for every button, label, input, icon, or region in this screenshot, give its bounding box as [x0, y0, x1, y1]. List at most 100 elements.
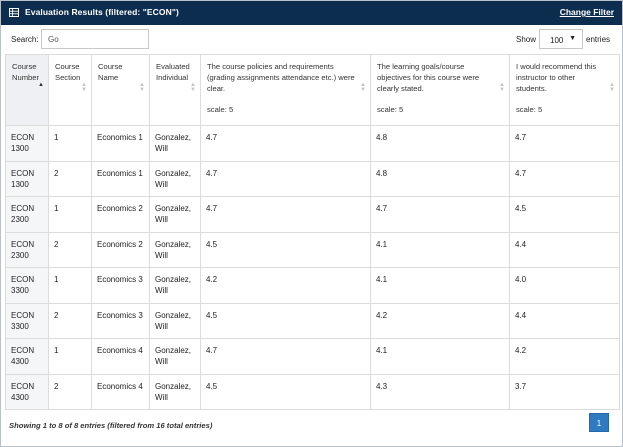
cell-course-section: 2: [48, 160, 92, 197]
cell-evaluated-individual: Gonzalez, Will: [149, 338, 201, 375]
table-row: ECON 1300 2 Economics 1 Gonzalez, Will 4…: [5, 160, 620, 197]
cell-evaluated-individual: Gonzalez, Will: [149, 373, 201, 410]
cell-learning-goals-score: 4.1: [370, 267, 510, 304]
sort-both-icon: ▲ ▼: [190, 82, 196, 93]
sort-both-icon: ▲ ▼: [499, 82, 505, 93]
search-label: Search:: [11, 35, 39, 44]
panel-title: Evaluation Results (filtered: "ECON"): [25, 7, 179, 17]
column-header-label: Course Name: [98, 62, 123, 82]
cell-course-number: ECON 4300: [5, 373, 49, 410]
cell-learning-goals-score: 4.1: [370, 338, 510, 375]
cell-recommend-score: 4.5: [509, 196, 620, 233]
search-input[interactable]: [41, 29, 149, 49]
cell-recommend-score: 4.4: [509, 302, 620, 339]
column-header-evaluated-individual[interactable]: Evaluated Individual ▲ ▼: [149, 54, 201, 126]
sort-ascending-icon: ▲: [38, 82, 44, 88]
table-header: Course Number ▲ Course Section ▲ ▼ Course…: [5, 54, 620, 126]
cell-course-section: 2: [48, 302, 92, 339]
cell-course-policies-score: 4.5: [200, 302, 371, 339]
table-row: ECON 3300 2 Economics 3 Gonzalez, Will 4…: [5, 302, 620, 339]
cell-course-number: ECON 4300: [5, 338, 49, 375]
cell-recommend-score: 4.4: [509, 231, 620, 268]
column-header-course-section[interactable]: Course Section ▲ ▼: [48, 54, 92, 126]
cell-evaluated-individual: Gonzalez, Will: [149, 267, 201, 304]
cell-recommend-score: 4.0: [509, 267, 620, 304]
results-table: Course Number ▲ Course Section ▲ ▼ Course…: [5, 54, 620, 410]
cell-course-section: 2: [48, 231, 92, 268]
cell-course-name: Economics 3: [91, 302, 150, 339]
cell-learning-goals-score: 4.8: [370, 160, 510, 197]
sort-both-icon: ▲ ▼: [139, 82, 145, 93]
cell-learning-goals-score: 4.7: [370, 196, 510, 233]
table-row: ECON 1300 1 Economics 1 Gonzalez, Will 4…: [5, 125, 620, 162]
sort-both-icon: ▲ ▼: [360, 82, 366, 93]
cell-evaluated-individual: Gonzalez, Will: [149, 302, 201, 339]
show-label: Show: [516, 35, 537, 44]
cell-course-number: ECON 2300: [5, 231, 49, 268]
cell-evaluated-individual: Gonzalez, Will: [149, 196, 201, 233]
cell-recommend-score: 3.7: [509, 373, 620, 410]
cell-course-number: ECON 1300: [5, 160, 49, 197]
cell-course-number: ECON 3300: [5, 302, 49, 339]
cell-learning-goals-score: 4.1: [370, 231, 510, 268]
cell-course-number: ECON 1300: [5, 125, 49, 162]
cell-evaluated-individual: Gonzalez, Will: [149, 160, 201, 197]
cell-course-name: Economics 1: [91, 125, 150, 162]
column-header-label: I would recommend this instructor to oth…: [516, 62, 597, 93]
column-header-course-number[interactable]: Course Number ▲: [5, 54, 49, 126]
column-header-course-policies[interactable]: The course policies and requirements (gr…: [200, 54, 371, 126]
cell-course-name: Economics 4: [91, 373, 150, 410]
column-header-recommend-instructor[interactable]: I would recommend this instructor to oth…: [509, 54, 620, 126]
column-header-label: Course Section: [55, 62, 81, 82]
column-header-label: Course Number: [12, 62, 40, 82]
cell-recommend-score: 4.7: [509, 125, 620, 162]
cell-course-name: Economics 2: [91, 196, 150, 233]
cell-course-number: ECON 2300: [5, 196, 49, 233]
cell-course-section: 2: [48, 373, 92, 410]
cell-course-policies-score: 4.7: [200, 196, 371, 233]
panel-titlebar: Evaluation Results (filtered: "ECON") Ch…: [1, 1, 622, 25]
cell-course-section: 1: [48, 267, 92, 304]
cell-course-section: 1: [48, 196, 92, 233]
cell-evaluated-individual: Gonzalez, Will: [149, 125, 201, 162]
entries-per-page-select[interactable]: 100 ▼: [539, 29, 583, 49]
column-header-label: Evaluated Individual: [156, 62, 190, 82]
table-row: ECON 2300 1 Economics 2 Gonzalez, Will 4…: [5, 196, 620, 233]
chevron-down-icon: ▼: [569, 35, 576, 42]
cell-learning-goals-score: 4.8: [370, 125, 510, 162]
table-icon: [9, 8, 19, 17]
change-filter-link[interactable]: Change Filter: [560, 7, 614, 17]
table-row: ECON 2300 2 Economics 2 Gonzalez, Will 4…: [5, 231, 620, 268]
evaluation-results-panel: Evaluation Results (filtered: "ECON") Ch…: [0, 0, 623, 447]
column-header-course-name[interactable]: Course Name ▲ ▼: [91, 54, 150, 126]
sort-both-icon: ▲ ▼: [81, 82, 87, 93]
table-row: ECON 4300 2 Economics 4 Gonzalez, Will 4…: [5, 373, 620, 410]
cell-learning-goals-score: 4.2: [370, 302, 510, 339]
cell-course-policies-score: 4.5: [200, 231, 371, 268]
cell-course-name: Economics 1: [91, 160, 150, 197]
table-row: ECON 4300 1 Economics 4 Gonzalez, Will 4…: [5, 338, 620, 375]
entries-label: entries: [586, 35, 611, 44]
table-body: ECON 1300 1 Economics 1 Gonzalez, Will 4…: [5, 125, 620, 410]
table-info-text: Showing 1 to 8 of 8 entries (filtered fr…: [9, 421, 213, 430]
header-row: Course Number ▲ Course Section ▲ ▼ Course…: [5, 54, 620, 126]
cell-course-name: Economics 4: [91, 338, 150, 375]
sort-both-icon: ▲ ▼: [609, 82, 615, 93]
cell-course-policies-score: 4.7: [200, 160, 371, 197]
cell-course-name: Economics 3: [91, 267, 150, 304]
column-header-label: The learning goals/course objectives for…: [377, 62, 480, 93]
cell-course-number: ECON 3300: [5, 267, 49, 304]
cell-learning-goals-score: 4.3: [370, 373, 510, 410]
cell-evaluated-individual: Gonzalez, Will: [149, 231, 201, 268]
entries-per-page-value: 100: [550, 36, 564, 45]
cell-course-policies-score: 4.7: [200, 338, 371, 375]
column-header-scale: scale: 5: [207, 105, 234, 114]
table-row: ECON 3300 1 Economics 3 Gonzalez, Will 4…: [5, 267, 620, 304]
pagination-page-button[interactable]: 1: [589, 413, 609, 432]
column-header-scale: scale: 5: [516, 105, 543, 114]
table-toolbar: Search: Show 100 ▼ entries: [1, 25, 622, 53]
column-header-learning-goals[interactable]: The learning goals/course objectives for…: [370, 54, 510, 126]
column-header-label: The course policies and requirements (gr…: [207, 62, 355, 93]
cell-course-section: 1: [48, 338, 92, 375]
cell-course-section: 1: [48, 125, 92, 162]
